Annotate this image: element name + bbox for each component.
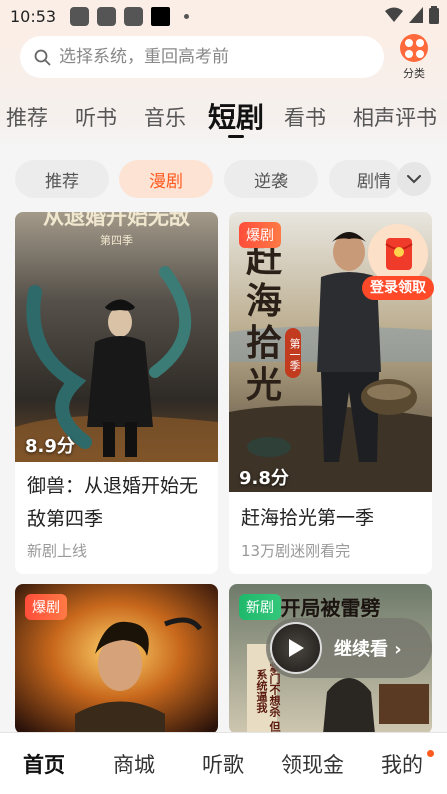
rating: 8.9分 xyxy=(25,436,75,457)
poster-title: 赶 海 拾 光 xyxy=(245,238,282,406)
search-icon xyxy=(34,49,51,65)
top-tabs: 推荐 听书 音乐 短剧 看书 相声评书 xyxy=(0,96,447,138)
poster-season: 第四季 xyxy=(100,234,133,247)
play-icon xyxy=(289,639,304,657)
tab-crosstalk[interactable]: 相声评书 xyxy=(353,102,437,132)
battery-icon xyxy=(429,6,439,24)
status-bar: 10:53 xyxy=(0,0,447,32)
nav-earn-cash[interactable]: 领现金 xyxy=(281,749,344,779)
login-reward-button[interactable]: 登录领取 xyxy=(362,220,434,300)
subtab-comic-drama[interactable]: 漫剧 xyxy=(119,160,213,198)
chevron-down-icon xyxy=(407,174,421,183)
red-envelope-icon xyxy=(368,224,428,282)
active-tab-indicator xyxy=(228,135,244,138)
nav-home[interactable]: 首页 xyxy=(23,749,65,779)
drama-card[interactable]: 从退婚开始无敌 第四季 8.9分 御兽：从退婚开始无敌第四季 新剧上线 xyxy=(15,212,218,574)
category-label: 分类 xyxy=(403,67,425,80)
hot-drama-badge: 爆剧 xyxy=(25,594,67,620)
bottom-nav: 首页 商城 听歌 领现金 我的 xyxy=(0,732,447,794)
tab-short-drama[interactable]: 短剧 xyxy=(208,96,264,136)
hot-drama-badge: 爆剧 xyxy=(239,222,281,248)
notification-icon xyxy=(97,6,117,26)
nav-mall[interactable]: 商城 xyxy=(113,749,155,779)
expand-subtabs-button[interactable] xyxy=(397,162,431,196)
drama-subtitle: 新剧上线 xyxy=(27,542,88,560)
signal-icon xyxy=(409,7,423,23)
tab-recommend[interactable]: 推荐 xyxy=(6,102,48,132)
notification-dot xyxy=(427,750,434,757)
wifi-icon xyxy=(385,7,403,22)
notification-icon xyxy=(70,6,90,26)
tab-read[interactable]: 看书 xyxy=(284,102,326,132)
subtab-recommend[interactable]: 推荐 xyxy=(15,160,109,198)
new-drama-badge: 新剧 xyxy=(239,594,281,620)
more-notifications-icon xyxy=(184,13,190,19)
tab-music[interactable]: 音乐 xyxy=(144,102,186,132)
category-button[interactable]: 分类 xyxy=(396,34,432,80)
drama-card[interactable]: 爆剧 xyxy=(15,584,218,734)
tab-audiobook[interactable]: 听书 xyxy=(75,102,117,132)
subtab-comeback[interactable]: 逆袭 xyxy=(224,160,318,198)
drama-poster xyxy=(15,212,218,462)
continue-watching-button[interactable]: 继续看 › xyxy=(266,618,432,678)
search-bar[interactable] xyxy=(20,36,384,78)
category-icon xyxy=(400,34,428,62)
notification-icon xyxy=(124,6,144,26)
sub-tabs: 推荐 漫剧 逆袭 剧情 xyxy=(0,160,447,200)
drama-title: 御兽：从退婚开始无敌第四季 xyxy=(27,475,199,530)
poster-season: 第一季 xyxy=(285,328,301,378)
poster-title: 从退婚开始无敌 xyxy=(43,212,190,229)
nav-music[interactable]: 听歌 xyxy=(202,749,244,779)
status-time: 10:53 xyxy=(10,6,57,26)
drama-title: 赶海拾光第一季 xyxy=(241,507,375,529)
search-input[interactable] xyxy=(59,47,359,67)
drama-subtitle: 13万剧迷刚看完 xyxy=(241,542,351,560)
continue-watching-label: 继续看 › xyxy=(334,639,402,660)
notification-icon xyxy=(151,6,171,26)
subtab-plot[interactable]: 剧情 xyxy=(329,160,401,198)
continue-thumbnail xyxy=(270,622,322,674)
nav-me[interactable]: 我的 xyxy=(381,749,423,779)
login-reward-label: 登录领取 xyxy=(362,276,434,300)
rating: 9.8分 xyxy=(239,468,289,489)
